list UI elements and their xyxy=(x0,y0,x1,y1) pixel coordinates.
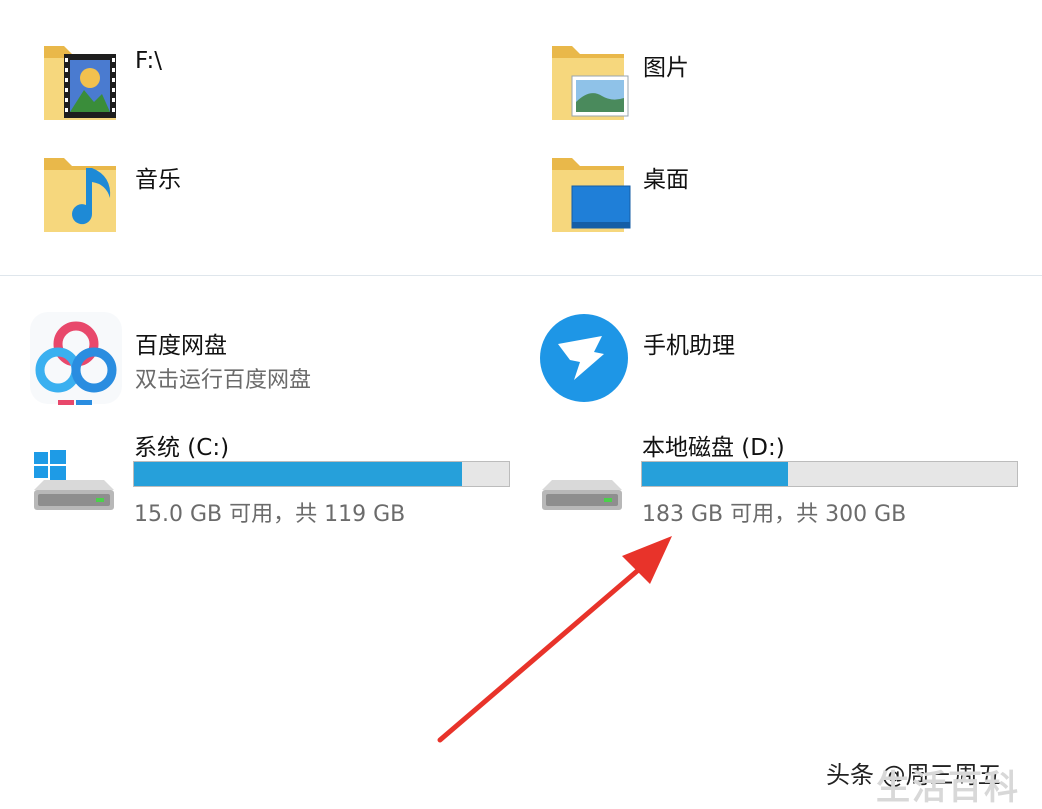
phone-assistant-icon xyxy=(540,314,628,402)
folder-label: F:\ xyxy=(135,48,162,74)
app-label: 百度网盘 xyxy=(135,333,227,359)
folder-label: 图片 xyxy=(643,55,689,81)
brand-watermark: 生活百科 xyxy=(876,768,1020,808)
video-folder-icon xyxy=(44,46,116,120)
drive-usage-text: 15.0 GB 可用，共 119 GB xyxy=(134,502,406,527)
drive-item-c[interactable]: 系统 (C:) 15.0 GB 可用，共 119 GB xyxy=(28,422,518,527)
drive-usage-fill xyxy=(642,462,789,486)
windows-drive-icon xyxy=(34,450,114,510)
folder-item-music[interactable]: 音乐 xyxy=(40,150,400,240)
drive-label: 本地磁盘 (D:) xyxy=(642,435,785,461)
drive-item-d[interactable]: 本地磁盘 (D:) 183 GB 可用，共 300 GB xyxy=(536,422,1026,527)
section-divider xyxy=(0,275,1042,276)
folder-label: 音乐 xyxy=(135,167,181,193)
drive-usage-fill xyxy=(134,462,462,486)
folder-item-pictures[interactable]: 图片 xyxy=(548,38,908,128)
folder-item-f-drive[interactable]: F:\ xyxy=(40,38,400,128)
app-description: 双击运行百度网盘 xyxy=(135,368,312,393)
pictures-folder-icon xyxy=(552,46,629,120)
drive-usage-bar xyxy=(133,461,510,487)
drive-usage-text: 183 GB 可用，共 300 GB xyxy=(642,502,907,527)
folder-label: 桌面 xyxy=(643,167,689,193)
app-label: 手机助理 xyxy=(643,333,735,359)
hard-drive-icon xyxy=(542,480,622,510)
baidu-netdisk-icon xyxy=(30,312,122,405)
drive-usage-bar xyxy=(641,461,1018,487)
music-folder-icon xyxy=(44,158,116,232)
app-item-phone-assistant[interactable]: 手机助理 xyxy=(538,312,938,408)
desktop-folder-icon xyxy=(552,158,631,232)
app-item-baidu-netdisk[interactable]: 百度网盘 双击运行百度网盘 xyxy=(30,312,430,408)
folder-item-desktop[interactable]: 桌面 xyxy=(548,150,908,240)
drive-label: 系统 (C:) xyxy=(134,435,230,461)
